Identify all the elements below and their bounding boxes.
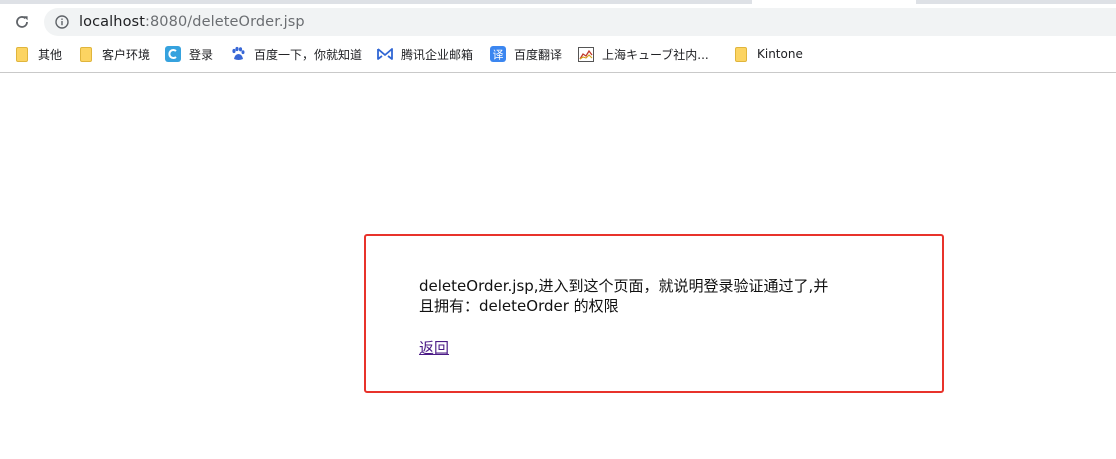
bookmark-folder-other[interactable]: 其他 [14, 44, 62, 64]
baidu-paw-icon [230, 46, 246, 62]
c-logo-icon [165, 46, 181, 62]
info-icon[interactable] [55, 15, 69, 29]
folder-icon [733, 46, 749, 62]
chart-image-icon [578, 46, 594, 62]
back-link[interactable]: 返回 [419, 338, 449, 358]
bookmark-label: Kintone [757, 47, 803, 61]
bookmark-label: 百度翻译 [514, 47, 563, 62]
active-tab[interactable] [752, 0, 916, 4]
bookmark-shanghai-cube[interactable]: 上海キューブ社内... [578, 44, 709, 64]
bookmark-baidu-translate[interactable]: 译 百度翻译 [490, 44, 562, 64]
folder-icon [78, 46, 94, 62]
url-path: :8080/deleteOrder.jsp [145, 14, 305, 30]
message-box: deleteOrder.jsp,进入到这个页面，就说明登录验证通过了,并且拥有：… [364, 234, 944, 393]
bookmarks-bar: 其他 客户环境 登录 百度一下，你就知道 腾讯企业邮箱 译 百度翻译 上海キュー… [0, 42, 1116, 66]
address-bar[interactable]: localhost:8080/deleteOrder.jsp [44, 8, 1116, 36]
browser-chrome: localhost:8080/deleteOrder.jsp 其他 客户环境 登… [0, 0, 1116, 73]
bookmark-folder-client-env[interactable]: 客户环境 [78, 44, 150, 64]
url-text[interactable]: localhost:8080/deleteOrder.jsp [79, 14, 305, 30]
tencent-mail-icon [377, 46, 393, 62]
url-host: localhost [79, 14, 145, 30]
tab-strip [0, 0, 1116, 4]
bookmark-folder-kintone[interactable]: Kintone [733, 44, 803, 64]
bookmark-baidu[interactable]: 百度一下，你就知道 [230, 44, 362, 64]
bookmark-label: 其他 [38, 47, 63, 62]
bookmark-label: 登录 [189, 47, 214, 62]
permission-message: deleteOrder.jsp,进入到这个页面，就说明登录验证通过了,并且拥有：… [419, 277, 829, 315]
bookmark-label: 上海キューブ社内... [602, 47, 709, 62]
bookmark-login[interactable]: 登录 [165, 44, 213, 64]
reload-icon [16, 16, 28, 28]
reload-button[interactable] [10, 10, 34, 34]
baidu-translate-icon: 译 [490, 46, 506, 62]
bookmark-label: 腾讯企业邮箱 [401, 47, 474, 62]
svg-text:译: 译 [493, 49, 504, 62]
bookmark-tencent-mail[interactable]: 腾讯企业邮箱 [377, 44, 473, 64]
bookmark-label: 客户环境 [102, 47, 151, 62]
folder-icon [14, 46, 30, 62]
bookmark-label: 百度一下，你就知道 [254, 47, 363, 62]
